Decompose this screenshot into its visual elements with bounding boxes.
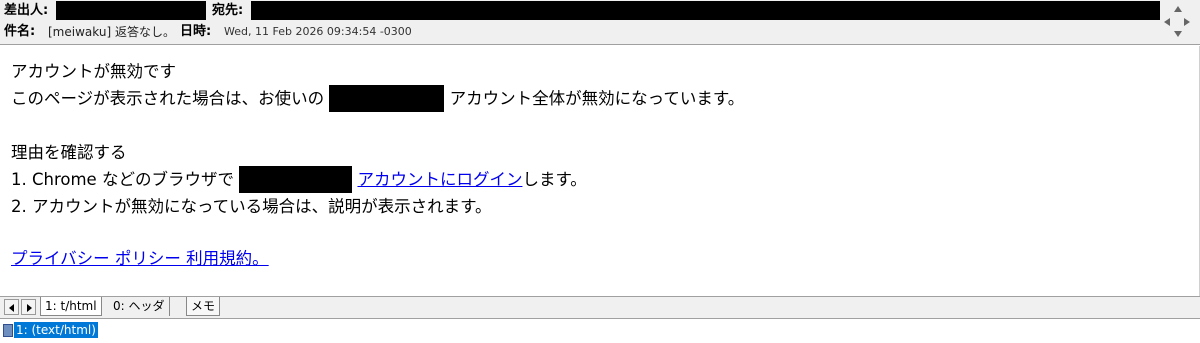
body-line-step2: 2. アカウントが無効になっている場合は、説明が表示されます。 — [11, 197, 492, 216]
body-line-title: アカウントが無効です — [11, 62, 176, 81]
privacy-terms-link[interactable]: プライバシー ポリシー 利用規約。 — [11, 249, 269, 268]
document-icon — [3, 323, 13, 337]
body-line-check-reason: 理由を確認する — [11, 143, 127, 162]
arrow-right-icon[interactable] — [1184, 18, 1190, 26]
redacted-block — [329, 85, 445, 112]
line2-text-before: このページが表示された場合は、お使いの — [11, 89, 325, 108]
arrow-up-icon[interactable] — [1174, 6, 1182, 12]
date-value: Wed, 11 Feb 2026 09:34:54 -0300 — [224, 25, 412, 38]
tab-text-html[interactable]: 1: t/html — [40, 297, 102, 316]
tab-memo[interactable]: メモ — [186, 297, 221, 316]
tab-strip: 1: t/html 0: ヘッダ メモ — [0, 296, 1200, 318]
redacted-block — [239, 166, 353, 193]
part-list: 1: (text/html) — [0, 318, 1200, 343]
tab-header[interactable]: 0: ヘッダ — [109, 297, 170, 316]
triangle-right-icon — [27, 304, 32, 312]
to-redacted — [251, 1, 1160, 20]
to-label: 宛先: — [212, 3, 244, 18]
subject-label: 件名: — [4, 24, 36, 39]
arrow-left-icon[interactable] — [1164, 18, 1170, 26]
body-line-footer: プライバシー ポリシー 利用規約。 — [11, 245, 269, 272]
part-label: 1: (text/html) — [14, 322, 98, 338]
date-label: 日時: — [180, 24, 212, 39]
header-row-subject: 件名: [meiwaku] 返答なし。 日時: Wed, 11 Feb 2026… — [0, 21, 1160, 43]
line5-text-after: します。 — [522, 170, 587, 189]
tab-scroll-left-button[interactable] — [4, 299, 19, 315]
body-line-disabled: このページが表示された場合は、お使いの アカウント全体が無効になっています。 — [11, 85, 744, 112]
message-body: アカウントが無効です このページが表示された場合は、お使いの アカウント全体が無… — [0, 46, 1200, 296]
subject-value: [meiwaku] 返答なし。 — [48, 25, 175, 39]
login-link[interactable]: アカウントにログイン — [357, 170, 522, 189]
header-nav-arrows[interactable] — [1164, 6, 1192, 38]
from-redacted — [56, 1, 206, 20]
body-line-step1: 1. Chrome などのブラウザで アカウントにログインします。 — [11, 166, 587, 193]
message-header: 差出人: 宛先: 件名: [meiwaku] 返答なし。 日時: Wed, 11… — [0, 0, 1200, 45]
line5-text-before: 1. Chrome などのブラウザで — [11, 170, 234, 189]
tab-scroll-right-button[interactable] — [21, 299, 36, 315]
part-item-text-html[interactable]: 1: (text/html) — [3, 322, 98, 338]
header-row-addresses: 差出人: 宛先: — [0, 0, 1160, 22]
triangle-left-icon — [9, 304, 14, 312]
line2-text-after: アカウント全体が無効になっています。 — [449, 89, 745, 108]
from-label: 差出人: — [4, 3, 49, 18]
arrow-down-icon[interactable] — [1174, 31, 1182, 37]
